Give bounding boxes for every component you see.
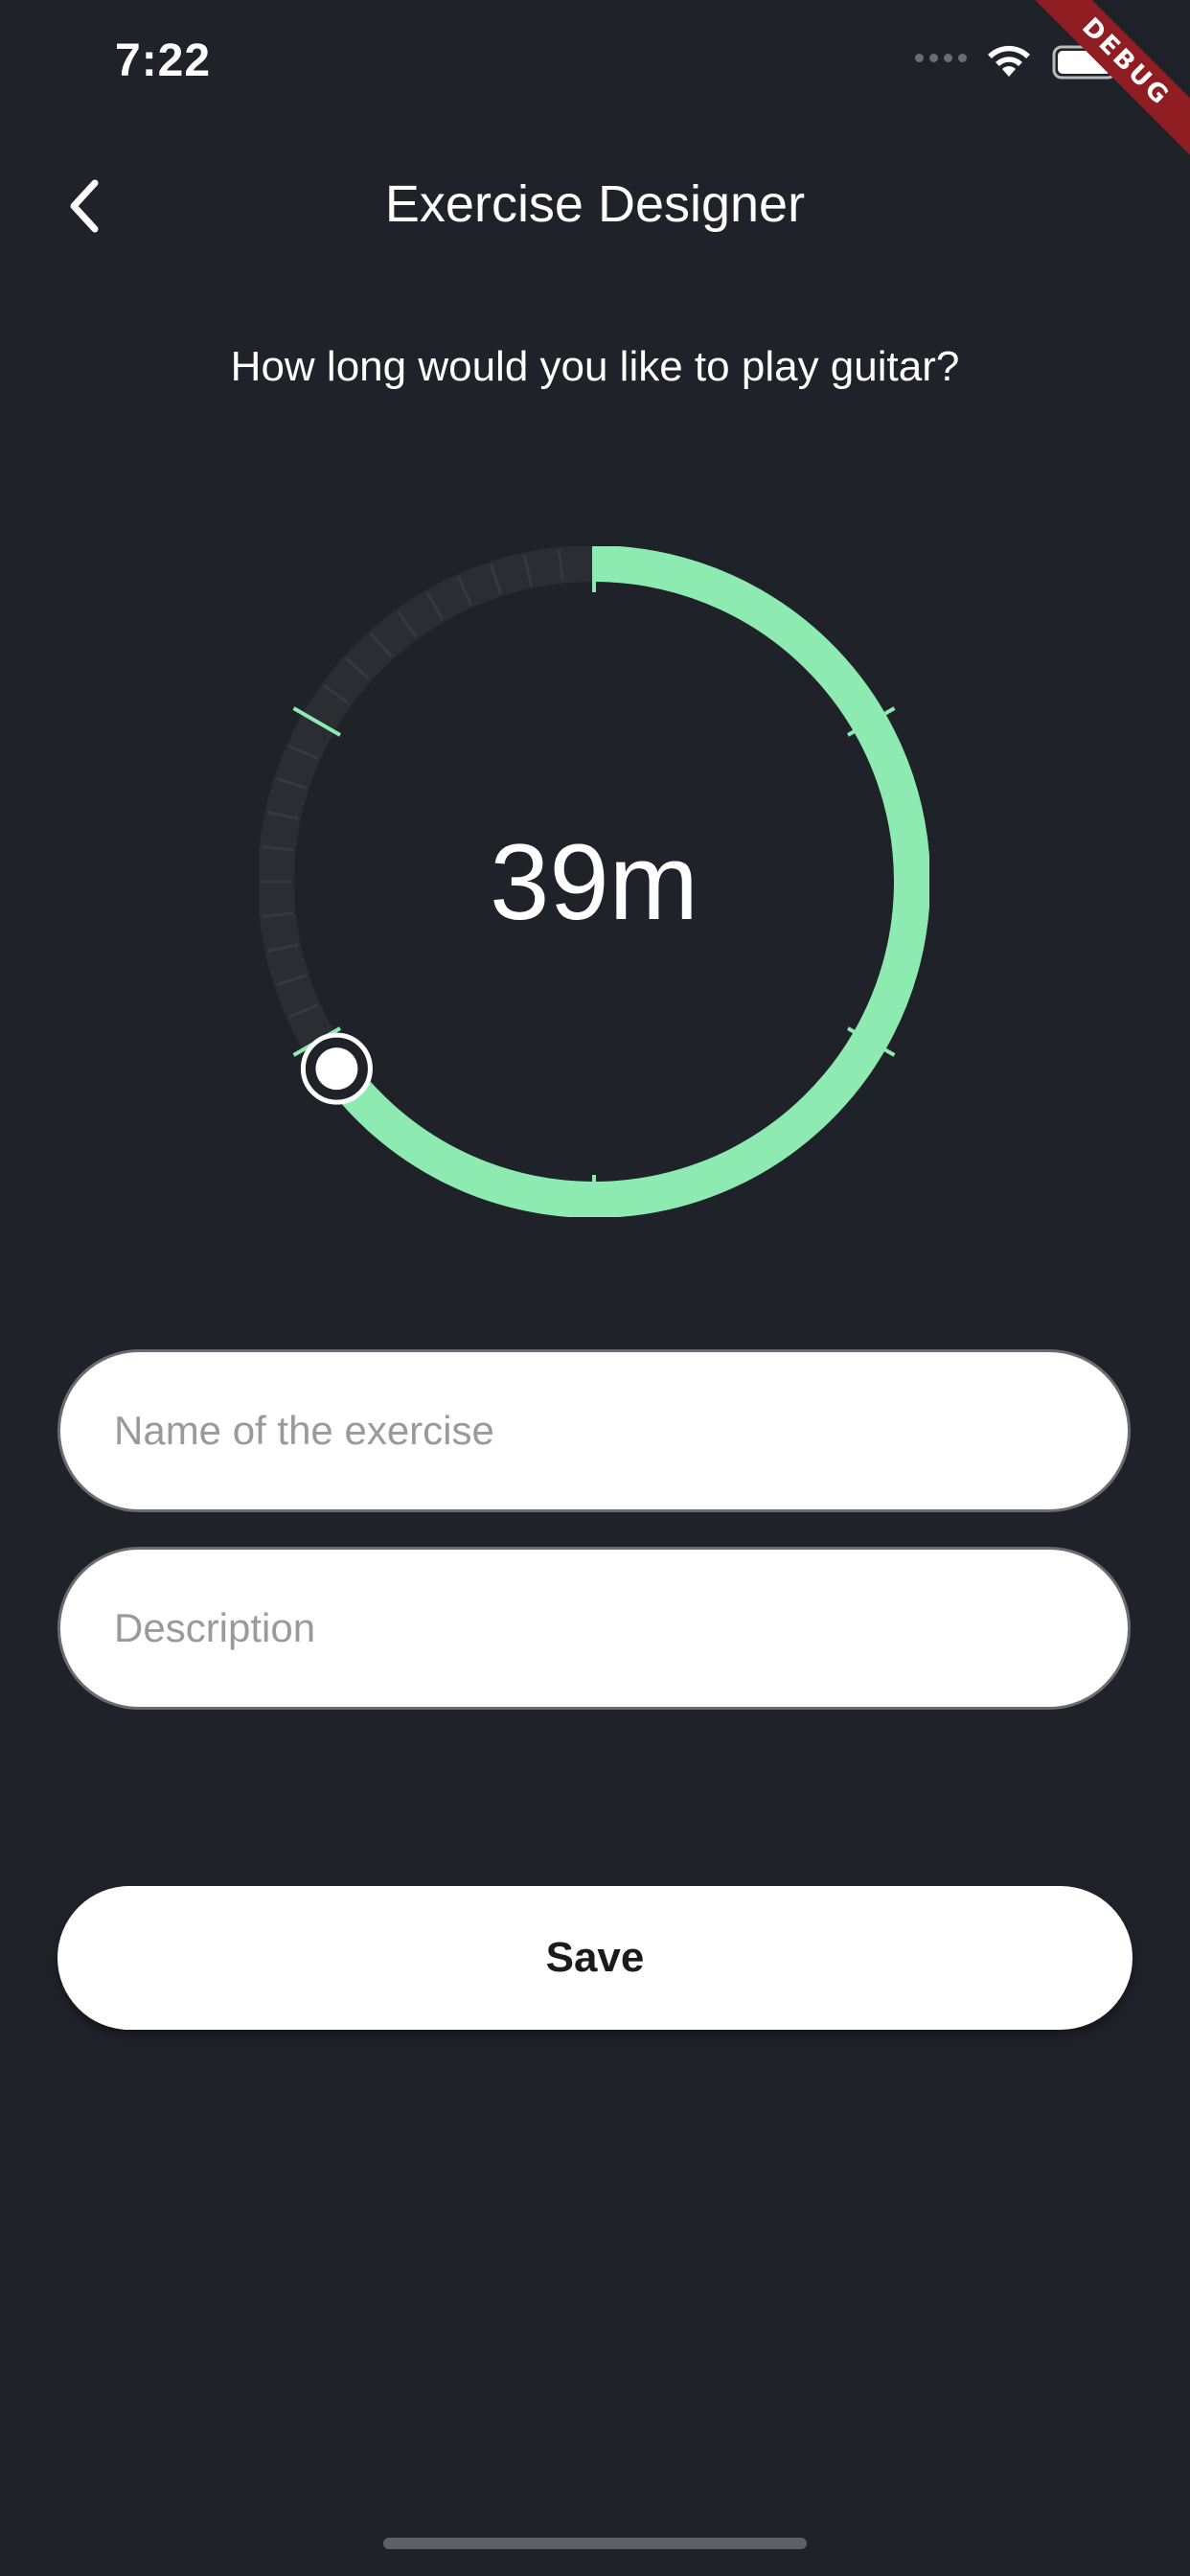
nav-bar: Exercise Designer: [0, 153, 1190, 259]
question-text: How long would you like to play guitar?: [230, 343, 960, 390]
home-indicator: [383, 2538, 807, 2549]
duration-dial[interactable]: 39m: [258, 535, 930, 1229]
description-input[interactable]: [57, 1547, 1131, 1710]
signal-icon: [915, 54, 967, 62]
status-time: 7:22: [115, 35, 212, 86]
duration-value: 39m: [490, 821, 698, 942]
status-bar: 7:22 DEBUG: [0, 0, 1190, 162]
page-title: Exercise Designer: [384, 175, 806, 233]
exercise-name-input[interactable]: [57, 1349, 1131, 1512]
save-button[interactable]: Save: [57, 1886, 1133, 2030]
debug-label: DEBUG: [1026, 0, 1190, 162]
